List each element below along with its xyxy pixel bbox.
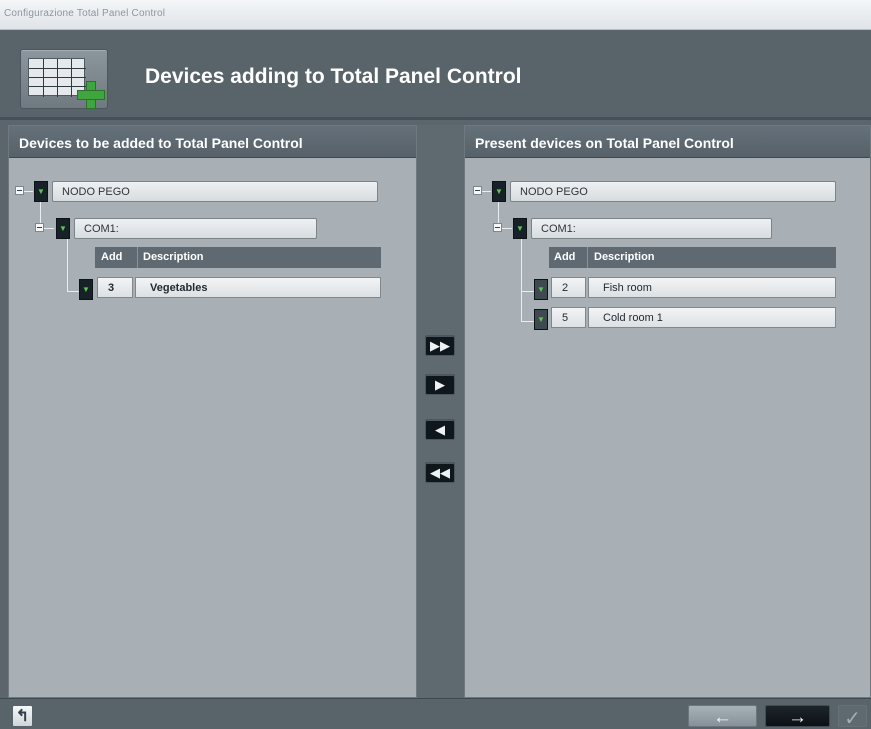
- plus-icon: [76, 80, 105, 109]
- right-arrow-icon: ▶: [435, 377, 445, 392]
- add-panel-icon: [20, 49, 108, 109]
- add-value: 5: [562, 312, 569, 324]
- collapse-port-icon[interactable]: [35, 223, 44, 232]
- add-cell: 2: [551, 277, 586, 298]
- add-all-button[interactable]: ▶▶: [425, 335, 455, 356]
- table-row[interactable]: Fish room: [588, 277, 836, 298]
- left-arrow-icon: ←: [713, 707, 732, 728]
- present-devices-header: Present devices on Total Panel Control: [465, 126, 870, 158]
- table-row[interactable]: Vegetables: [135, 277, 381, 298]
- tree-line: [521, 291, 535, 292]
- double-right-arrow-icon: ▶▶: [430, 338, 450, 353]
- description-column-header: Description: [594, 251, 655, 263]
- node-item[interactable]: NODO PEGO: [52, 181, 378, 202]
- devices-to-add-title: Devices to be added to Total Panel Contr…: [19, 135, 303, 151]
- window-title: Configurazione Total Panel Control: [4, 8, 166, 19]
- port-icon: [513, 218, 527, 239]
- present-table-header: Add Description: [549, 247, 836, 268]
- back-icon: ↰: [15, 708, 30, 725]
- node-item[interactable]: NODO PEGO: [510, 181, 836, 202]
- tree-line: [24, 191, 33, 192]
- collapse-port-icon[interactable]: [493, 223, 502, 232]
- add-cell: 3: [97, 277, 133, 298]
- port-label: COM1:: [84, 223, 119, 235]
- tree-line: [521, 239, 522, 322]
- description-column-header: Description: [143, 251, 204, 263]
- node-label: NODO PEGO: [520, 186, 588, 198]
- tree-line: [502, 228, 512, 229]
- port-label: COM1:: [541, 223, 576, 235]
- add-column-header: Add: [554, 251, 576, 263]
- node-icon: [34, 181, 48, 202]
- window-titlebar: Configurazione Total Panel Control: [0, 0, 871, 30]
- previous-button[interactable]: ←: [688, 705, 757, 728]
- devices-to-add-header: Devices to be added to Total Panel Contr…: [9, 126, 416, 158]
- description-value: Fish room: [603, 282, 652, 294]
- page-title: Devices adding to Total Panel Control: [145, 65, 522, 88]
- description-value: Cold room 1: [603, 312, 663, 324]
- collapse-node-icon[interactable]: [473, 186, 482, 195]
- node-label: NODO PEGO: [62, 186, 130, 198]
- right-arrow-icon: →: [788, 707, 807, 728]
- tree-line: [67, 239, 68, 292]
- tree-line: [44, 228, 54, 229]
- port-item[interactable]: COM1:: [531, 218, 772, 239]
- tree-line: [482, 191, 491, 192]
- configuration-window: Configurazione Total Panel Control Devic…: [0, 0, 871, 729]
- left-arrow-icon: ◀: [435, 422, 445, 437]
- transfer-column: ▶▶ ▶ ◀ ◀◀: [417, 125, 464, 698]
- collapse-node-icon[interactable]: [15, 186, 24, 195]
- add-one-button[interactable]: ▶: [425, 374, 455, 395]
- check-icon: ✓: [844, 708, 861, 729]
- add-value: 3: [108, 282, 115, 294]
- confirm-button[interactable]: ✓: [838, 705, 867, 729]
- description-value: Vegetables: [150, 282, 208, 294]
- add-cell: 5: [551, 307, 586, 328]
- device-status-icon: [534, 309, 548, 330]
- page-header: Devices adding to Total Panel Control: [0, 31, 871, 120]
- devices-table-header: Add Description: [95, 247, 381, 268]
- port-icon: [56, 218, 70, 239]
- tree-line: [521, 321, 535, 322]
- device-status-icon: [79, 279, 93, 300]
- devices-to-add-panel: Devices to be added to Total Panel Contr…: [8, 125, 417, 698]
- add-column-header: Add: [101, 251, 123, 263]
- next-button[interactable]: →: [765, 705, 830, 728]
- table-row[interactable]: Cold room 1: [588, 307, 836, 328]
- device-status-icon: [534, 279, 548, 300]
- back-button[interactable]: ↰: [12, 705, 33, 727]
- add-value: 2: [562, 282, 569, 294]
- remove-one-button[interactable]: ◀: [425, 419, 455, 440]
- double-left-arrow-icon: ◀◀: [430, 465, 450, 480]
- node-icon: [492, 181, 506, 202]
- present-devices-panel: Present devices on Total Panel Control N…: [464, 125, 871, 698]
- port-item[interactable]: COM1:: [74, 218, 317, 239]
- remove-all-button[interactable]: ◀◀: [425, 462, 455, 483]
- footer-bar: ↰ ← → ✓: [0, 698, 871, 729]
- present-devices-title: Present devices on Total Panel Control: [475, 135, 734, 151]
